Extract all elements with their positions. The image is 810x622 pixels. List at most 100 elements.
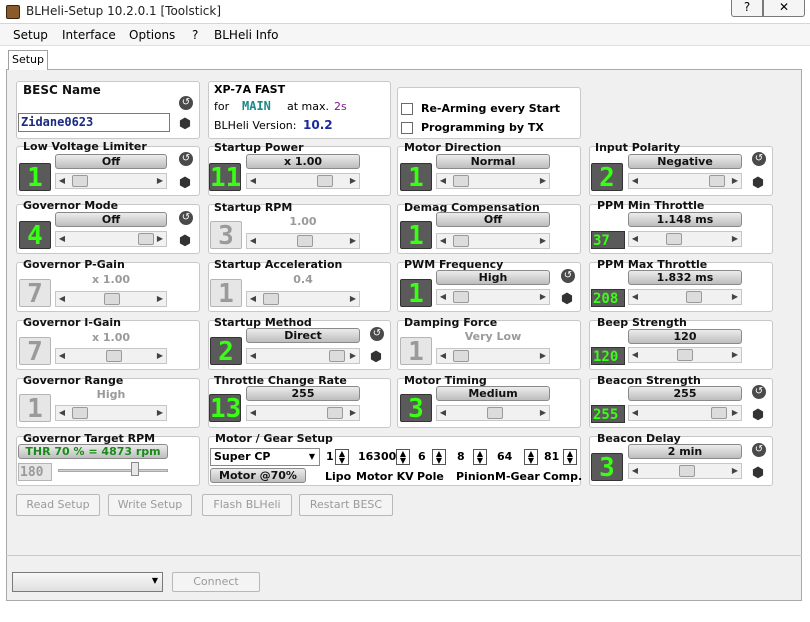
cube-icon[interactable]: ⬢ [751, 466, 765, 480]
menu-options[interactable]: Options [129, 28, 175, 42]
damping-lcd: 1 [400, 337, 432, 365]
menu-blheli-info[interactable]: BLHeli Info [214, 28, 279, 42]
motor-70-button[interactable]: Motor @70% [210, 468, 306, 483]
cube-icon[interactable]: ⬢ [751, 408, 765, 422]
motor-timing-slider[interactable]: ◀ ▶ [436, 405, 550, 421]
governor-p-label: Governor P-Gain [23, 258, 125, 271]
undo-icon[interactable]: ↺ [752, 385, 766, 399]
beep-slider[interactable]: ◀ ▶ [628, 347, 742, 363]
chevron-down-icon: ▼ [151, 576, 158, 585]
governor-range-value: High [96, 388, 126, 401]
throttle-rate-slider[interactable]: ◀ ▶ [246, 405, 360, 421]
read-setup-button[interactable]: Read Setup [16, 494, 100, 516]
port-select[interactable]: ▼ [12, 572, 163, 592]
undo-icon[interactable]: ↺ [561, 269, 575, 283]
rearm-checkbox[interactable] [401, 103, 413, 115]
damping-value: Very Low [464, 330, 522, 343]
low-voltage-label: Low Voltage Limiter [23, 140, 147, 153]
motor-direction-slider[interactable]: ◀ ▶ [436, 173, 550, 189]
cube-icon[interactable]: ⬢ [369, 350, 383, 364]
ppm-max-lcd: 208 [591, 289, 625, 307]
throttle-rate-value: 255 [246, 386, 360, 401]
governor-target-value: THR 70 % = 4873 rpm [18, 444, 168, 459]
beacon-delay-value: 2 min [628, 444, 742, 459]
startup-accel-label: Startup Acceleration [214, 258, 343, 271]
progtx-checkbox[interactable] [401, 122, 413, 134]
ppm-max-value: 1.832 ms [628, 270, 742, 285]
governor-range-slider[interactable]: ◀ ▶ [55, 405, 167, 421]
mgear-spinner[interactable]: ▲ ▼ [524, 449, 538, 465]
input-polarity-value: Negative [628, 154, 742, 169]
pinion-spinner[interactable]: ▲ ▼ [473, 449, 487, 465]
ppm-max-slider[interactable]: ◀ ▶ [628, 289, 742, 305]
restart-besc-button[interactable]: Restart BESC [299, 494, 393, 516]
motor-timing-lcd: 3 [400, 394, 432, 422]
pwm-freq-slider[interactable]: ◀ ▶ [436, 289, 550, 305]
startup-power-slider[interactable]: ◀ ▶ [246, 173, 360, 189]
help-button[interactable]: ? [731, 0, 763, 17]
mgear-label: M-Gear [495, 470, 540, 483]
cube-icon[interactable]: ⬢ [178, 234, 192, 248]
startup-method-slider[interactable]: ◀ ▶ [246, 348, 360, 364]
governor-range-lcd: 1 [19, 394, 51, 422]
app-icon [6, 5, 20, 19]
governor-target-track[interactable] [58, 469, 168, 472]
version-label: BLHeli Version: [214, 119, 297, 132]
menu-interface[interactable]: Interface [62, 28, 116, 42]
beacon-strength-slider[interactable]: ◀ ▶ [628, 405, 742, 421]
motor-direction-value: Normal [436, 154, 550, 169]
undo-icon[interactable]: ↺ [370, 327, 384, 341]
undo-icon[interactable]: ↺ [179, 96, 193, 110]
pole-spinner[interactable]: ▲ ▼ [432, 449, 446, 465]
startup-method-value: Direct [246, 328, 360, 343]
lipo-spinner[interactable]: ▲ ▼ [335, 449, 349, 465]
input-polarity-slider[interactable]: ◀ ▶ [628, 173, 742, 189]
lipo-value: 1 [326, 450, 334, 463]
window-title: BLHeli-Setup 10.2.0.1 [Toolstick] [26, 4, 222, 18]
cube-icon[interactable]: ⬢ [178, 176, 192, 190]
tab-setup[interactable]: Setup [8, 50, 48, 70]
connect-button[interactable]: Connect [172, 572, 260, 592]
beacon-strength-value: 255 [628, 386, 742, 401]
cube-icon[interactable]: ⬢ [751, 176, 765, 190]
startup-accel-slider[interactable]: ◀ ▶ [246, 291, 360, 307]
undo-icon[interactable]: ↺ [179, 152, 193, 166]
flash-blheli-button[interactable]: Flash BLHeli [202, 494, 292, 516]
model-select[interactable]: Super CP ▼ [210, 448, 320, 466]
undo-icon[interactable]: ↺ [179, 211, 193, 225]
comp-spinner[interactable]: ▲ ▼ [563, 449, 577, 465]
undo-icon[interactable]: ↺ [752, 443, 766, 457]
demag-slider[interactable]: ◀ ▶ [436, 233, 550, 249]
progtx-label: Programming by TX [421, 121, 544, 134]
damping-slider[interactable]: ◀ ▶ [436, 348, 550, 364]
besc-name-input[interactable]: Zidane0623 [18, 113, 170, 132]
governor-i-slider[interactable]: ◀ ▶ [55, 348, 167, 364]
menu-help[interactable]: ? [192, 28, 198, 42]
low-voltage-slider[interactable]: ◀ ▶ [55, 173, 167, 189]
cube-icon[interactable]: ⬢ [178, 117, 192, 131]
startup-rpm-slider[interactable]: ◀ ▶ [246, 233, 360, 249]
governor-target-thumb[interactable] [131, 462, 139, 476]
kv-spinner[interactable]: ▲ ▼ [396, 449, 410, 465]
governor-i-value: x 1.00 [91, 331, 131, 344]
close-button[interactable]: ✕ [763, 0, 805, 17]
write-setup-button[interactable]: Write Setup [108, 494, 192, 516]
undo-icon[interactable]: ↺ [752, 152, 766, 166]
governor-p-slider[interactable]: ◀ ▶ [55, 291, 167, 307]
cube-icon[interactable]: ⬢ [560, 292, 574, 306]
governor-mode-label: Governor Mode [23, 199, 119, 212]
beacon-delay-slider[interactable]: ◀ ▶ [628, 463, 742, 479]
ppm-min-slider[interactable]: ◀ ▶ [628, 231, 742, 247]
governor-i-lcd: 7 [19, 337, 51, 365]
comp-value: 81 [544, 450, 560, 463]
beep-label: Beep Strength [597, 316, 687, 329]
divider [6, 555, 802, 556]
menu-setup[interactable]: Setup [13, 28, 48, 42]
governor-mode-slider[interactable]: ◀ ▶ [55, 231, 167, 247]
low-voltage-value: Off [55, 154, 167, 169]
governor-mode-value: Off [55, 212, 167, 227]
model-select-value: Super CP [214, 450, 271, 463]
governor-target-lcd: 180 [18, 463, 52, 481]
motor-direction-label: Motor Direction [404, 141, 502, 154]
pwm-freq-lcd: 1 [400, 279, 432, 307]
